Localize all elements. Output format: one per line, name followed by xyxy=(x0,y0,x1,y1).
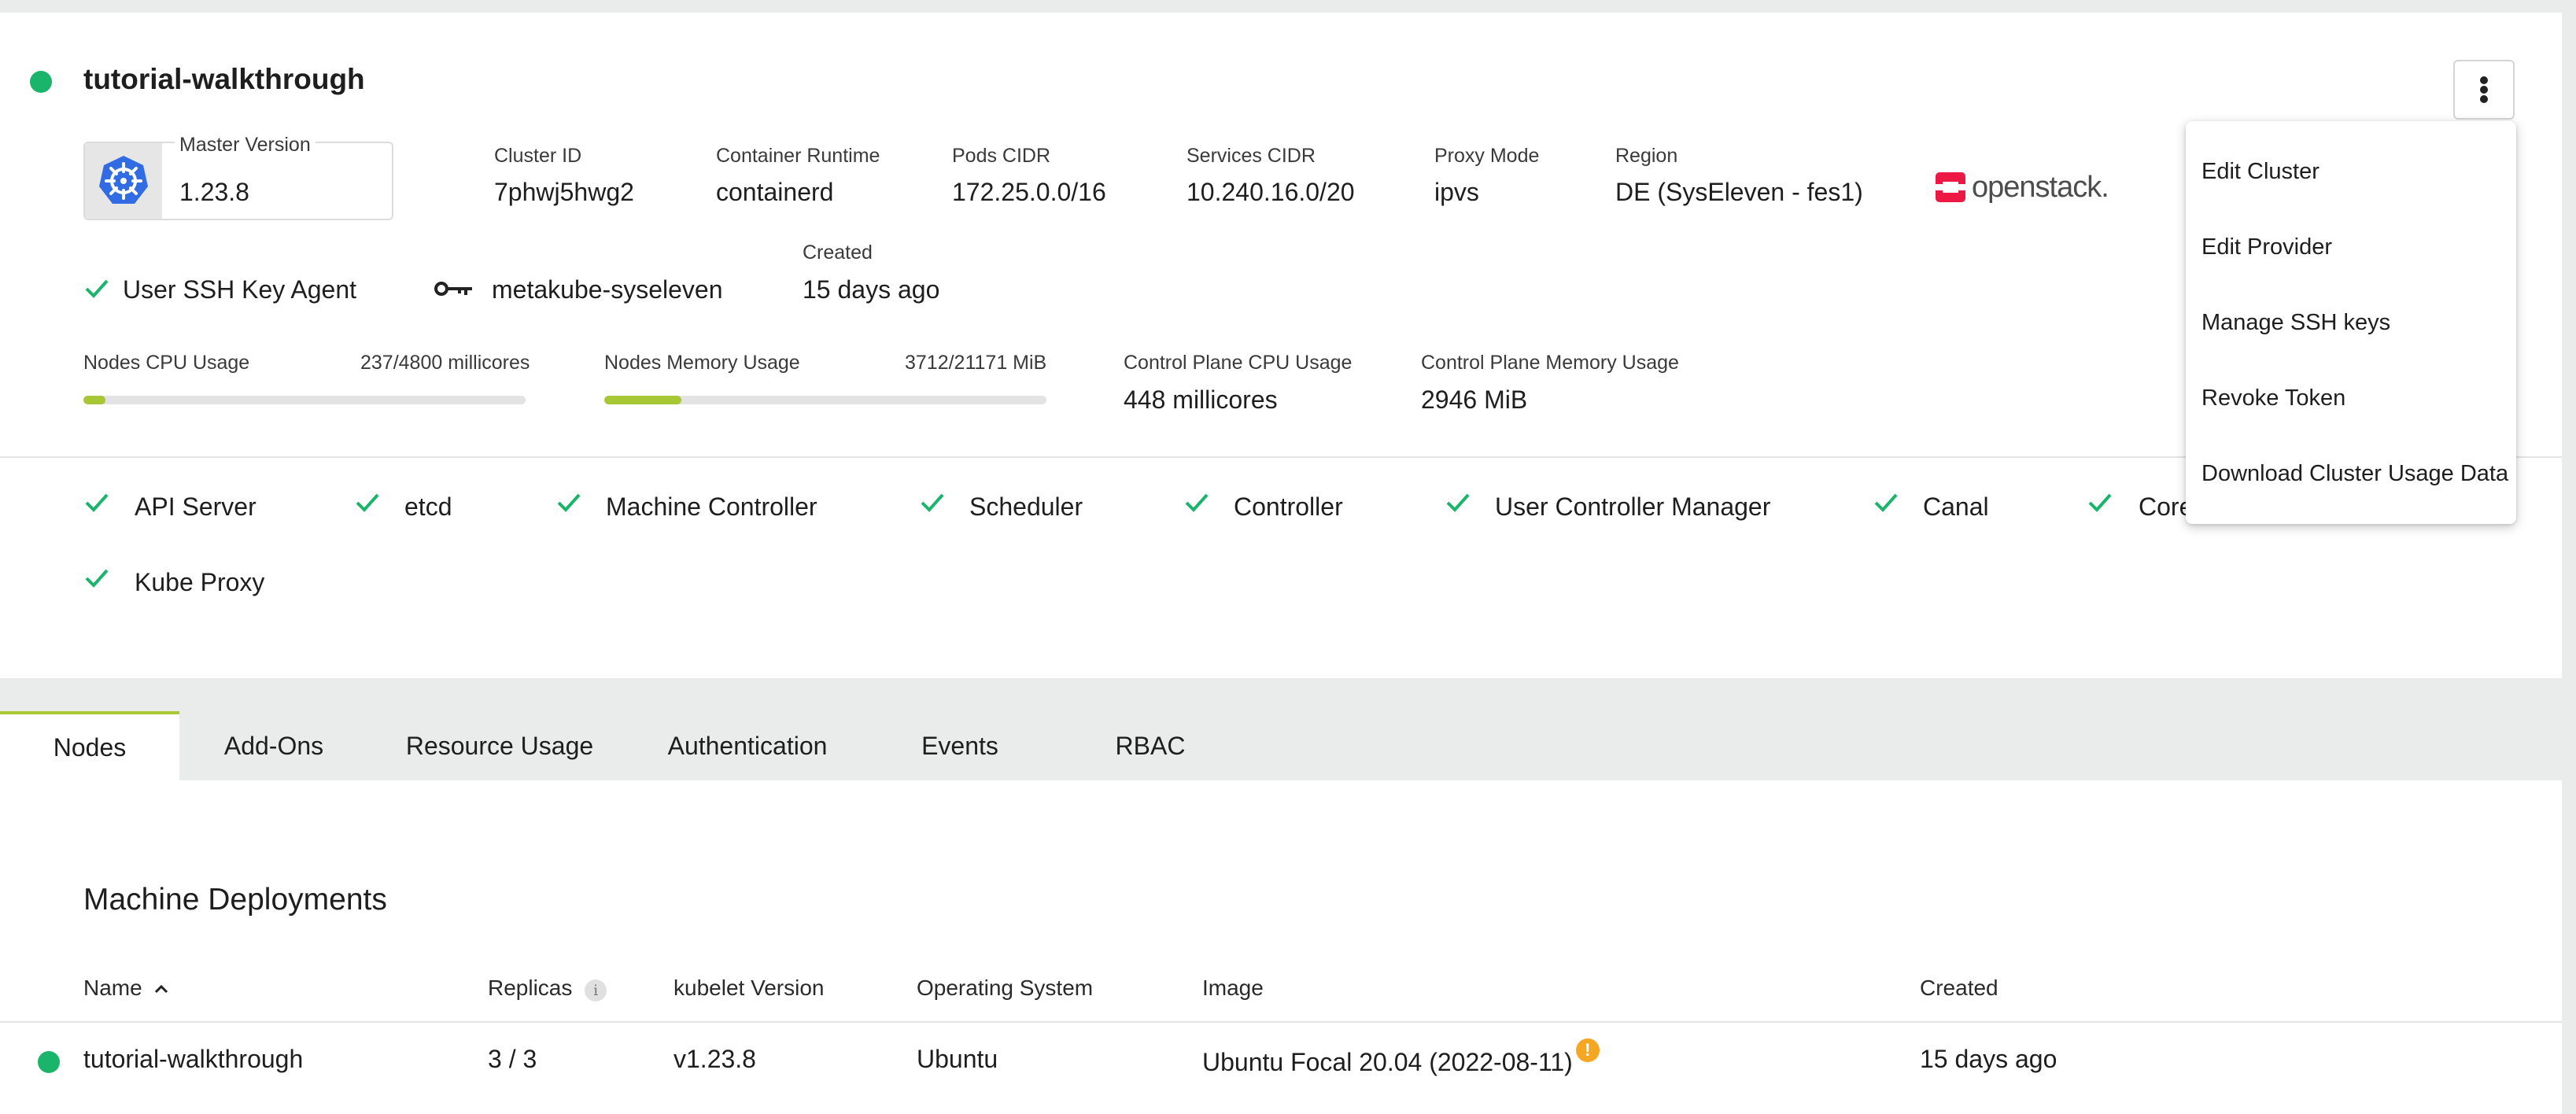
memory-usage-label: Nodes Memory Usage xyxy=(604,352,800,374)
cluster-card xyxy=(0,13,2562,678)
row-created: 15 days ago xyxy=(1920,1045,2057,1073)
info-icon[interactable]: i xyxy=(585,979,607,1001)
tab-resource-usage[interactable]: Resource Usage xyxy=(378,711,622,780)
column-name[interactable]: Name xyxy=(83,976,170,1001)
ssh-agent-label: User SSH Key Agent xyxy=(123,275,357,304)
menu-manage-ssh-keys[interactable]: Manage SSH keys xyxy=(2201,310,2390,336)
created-value: 15 days ago xyxy=(803,275,940,304)
region-label: Region xyxy=(1615,145,1678,167)
tab-events[interactable]: Events xyxy=(881,711,1039,780)
openstack-logo-text: openstack. xyxy=(1972,170,2109,204)
check-icon xyxy=(1874,493,1898,512)
row-kubelet: v1.23.8 xyxy=(674,1045,756,1073)
cluster-status-dot xyxy=(30,71,52,93)
proxy-mode-value: ipvs xyxy=(1434,178,1479,206)
row-os: Ubuntu xyxy=(917,1045,998,1073)
master-version-label: Master Version xyxy=(175,134,316,157)
machine-deployments-title: Machine Deployments xyxy=(83,883,387,917)
cpu-usage-value: 237/4800 millicores xyxy=(360,352,530,374)
health-api-server: API Server xyxy=(135,492,256,521)
check-icon xyxy=(1446,493,1470,512)
openstack-logo: openstack. xyxy=(1934,168,2109,206)
services-cidr-value: 10.240.16.0/20 xyxy=(1187,178,1355,206)
sort-ascending-icon xyxy=(155,984,168,994)
created-label: Created xyxy=(803,242,873,264)
health-machine-controller: Machine Controller xyxy=(606,492,817,521)
check-icon xyxy=(557,493,581,512)
row-replicas: 3 / 3 xyxy=(488,1045,537,1073)
more-options-button[interactable] xyxy=(2453,60,2515,120)
row-name: tutorial-walkthrough xyxy=(83,1045,304,1073)
menu-edit-cluster[interactable]: Edit Cluster xyxy=(2201,159,2320,185)
cluster-actions-menu: Edit Cluster Edit Provider Manage SSH ke… xyxy=(2186,121,2516,524)
tab-add-ons[interactable]: Add-Ons xyxy=(179,711,368,780)
check-icon xyxy=(85,493,109,512)
cp-memory-usage-label: Control Plane Memory Usage xyxy=(1421,352,1679,374)
cpu-usage-label: Nodes CPU Usage xyxy=(83,352,250,374)
menu-edit-provider[interactable]: Edit Provider xyxy=(2201,234,2332,260)
check-icon xyxy=(2088,493,2112,512)
column-os: Operating System xyxy=(917,976,1094,1000)
memory-usage-bar-fill xyxy=(604,396,682,404)
cpu-usage-bar-fill xyxy=(83,396,105,404)
column-kubelet: kubelet Version xyxy=(674,976,825,1000)
cpu-usage-bar xyxy=(83,396,526,404)
health-controller: Controller xyxy=(1234,492,1343,521)
container-runtime-value: containerd xyxy=(716,178,834,206)
cp-memory-usage-value: 2946 MiB xyxy=(1421,385,1528,414)
table-row[interactable]: tutorial-walkthrough 3 / 3 v1.23.8 Ubunt… xyxy=(0,1023,2562,1114)
openstack-icon xyxy=(1936,172,1965,202)
tab-bar: Nodes Add-Ons Resource Usage Authenticat… xyxy=(0,711,2562,780)
kubernetes-icon xyxy=(99,156,148,204)
column-created: Created xyxy=(1920,976,1998,1000)
cluster-id-value: 7phwj5hwg2 xyxy=(494,178,634,206)
kubernetes-logo-bg xyxy=(85,143,162,219)
pods-cidr-label: Pods CIDR xyxy=(952,145,1051,167)
column-image: Image xyxy=(1202,976,1264,1000)
tab-nodes[interactable]: Nodes xyxy=(0,711,179,780)
row-image: Ubuntu Focal 20.04 (2022-08-11) ! xyxy=(1202,1038,1600,1077)
region-value: DE (SysEleven - fes1) xyxy=(1615,178,1863,206)
health-user-controller-manager: User Controller Manager xyxy=(1495,492,1771,521)
key-icon xyxy=(434,282,472,296)
menu-revoke-token[interactable]: Revoke Token xyxy=(2201,385,2345,411)
tab-authentication[interactable]: Authentication xyxy=(629,711,865,780)
cluster-name: tutorial-walkthrough xyxy=(83,63,365,95)
cp-cpu-usage-label: Control Plane CPU Usage xyxy=(1124,352,1353,374)
health-canal: Canal xyxy=(1923,492,1989,521)
container-runtime-label: Container Runtime xyxy=(716,145,880,167)
health-scheduler: Scheduler xyxy=(969,492,1083,521)
tab-rbac[interactable]: RBAC xyxy=(1072,711,1229,780)
services-cidr-label: Services CIDR xyxy=(1187,145,1316,167)
kebab-icon xyxy=(2480,76,2488,103)
check-icon xyxy=(85,569,109,588)
row-status-dot xyxy=(38,1051,60,1073)
check-icon xyxy=(85,279,109,298)
health-core: Core xyxy=(2139,492,2194,521)
memory-usage-value: 3712/21171 MiB xyxy=(905,352,1047,374)
menu-download-usage[interactable]: Download Cluster Usage Data xyxy=(2201,461,2508,487)
pods-cidr-value: 172.25.0.0/16 xyxy=(952,178,1106,206)
divider xyxy=(0,456,2562,458)
column-name-label: Name xyxy=(83,976,142,1000)
proxy-mode-label: Proxy Mode xyxy=(1434,145,1540,167)
memory-usage-bar xyxy=(604,396,1046,404)
health-kube-proxy: Kube Proxy xyxy=(135,568,265,596)
check-icon xyxy=(921,493,944,512)
check-icon xyxy=(1185,493,1209,512)
ssh-key-name: metakube-syseleven xyxy=(492,275,723,304)
master-version-value: 1.23.8 xyxy=(179,178,249,206)
column-replicas-label: Replicas xyxy=(488,976,573,1000)
cp-cpu-usage-value: 448 millicores xyxy=(1124,385,1278,414)
cluster-id-label: Cluster ID xyxy=(494,145,582,167)
row-image-text: Ubuntu Focal 20.04 (2022-08-11) xyxy=(1202,1048,1573,1076)
health-etcd: etcd xyxy=(404,492,452,521)
column-replicas: Replicas i xyxy=(488,976,607,1001)
check-icon xyxy=(356,493,379,512)
warning-icon[interactable]: ! xyxy=(1575,1038,1600,1062)
